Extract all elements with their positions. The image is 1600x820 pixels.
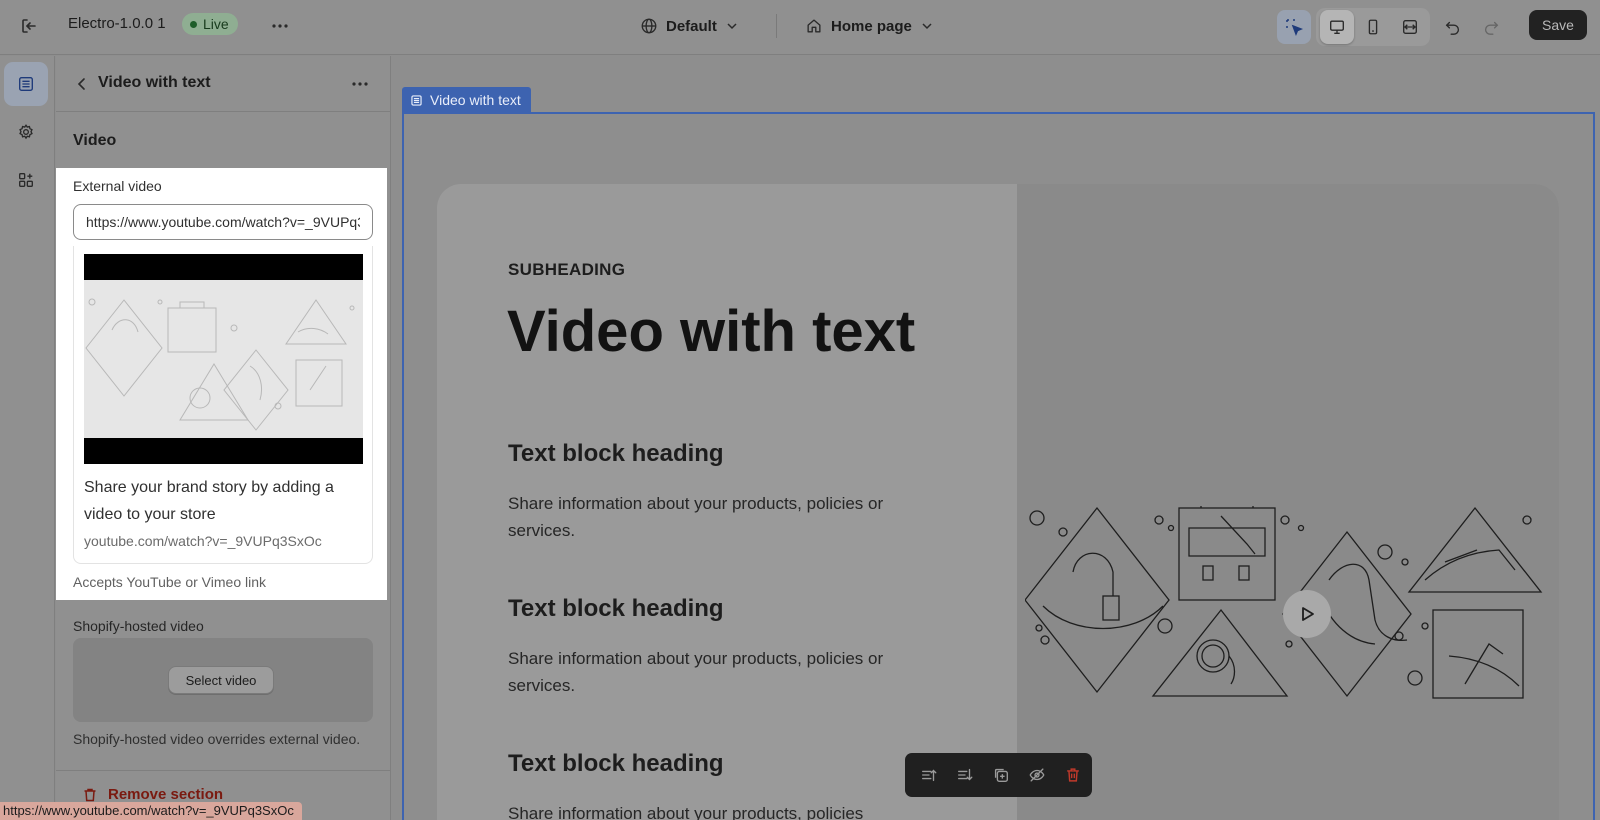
exit-icon bbox=[19, 16, 39, 36]
video-thumbnail bbox=[84, 254, 363, 464]
mobile-view-button[interactable] bbox=[1356, 10, 1390, 44]
text-block-text: Share information about your products, p… bbox=[508, 804, 864, 820]
live-dot bbox=[190, 20, 197, 28]
redo-button[interactable] bbox=[1474, 10, 1508, 44]
page-selector[interactable]: Home page bbox=[805, 12, 934, 40]
select-cursor-icon bbox=[1284, 17, 1304, 37]
template-label: Default bbox=[666, 17, 717, 35]
live-badge-label: Live bbox=[203, 16, 229, 32]
theme-settings-nav-button[interactable] bbox=[4, 110, 48, 154]
duplicate-icon bbox=[992, 766, 1010, 784]
sections-icon bbox=[17, 75, 35, 93]
sidebar-footer-divider bbox=[56, 770, 390, 771]
block-floating-toolbar bbox=[905, 753, 1092, 797]
text-block-text: Share information about your products, p… bbox=[508, 649, 884, 695]
trash-icon bbox=[82, 787, 98, 803]
external-video-help: Accepts YouTube or Vimeo link bbox=[73, 574, 267, 590]
external-video-setting: External video Share your brand story b bbox=[56, 168, 387, 600]
redo-icon bbox=[1482, 18, 1500, 36]
live-badge: Live bbox=[182, 13, 238, 35]
more-horizontal-icon bbox=[270, 16, 290, 36]
external-video-input[interactable] bbox=[73, 204, 373, 240]
move-up-button[interactable] bbox=[913, 759, 945, 791]
inspector-toggle-button[interactable] bbox=[1277, 10, 1311, 44]
sections-icon bbox=[410, 94, 423, 107]
eye-off-icon bbox=[1028, 766, 1046, 784]
video-with-text-section[interactable]: SUBHEADING Video with text Text block he… bbox=[437, 184, 1559, 820]
video-section-title: Video bbox=[73, 132, 117, 149]
text-block-heading: Text block heading bbox=[508, 750, 724, 777]
home-icon bbox=[805, 17, 823, 35]
move-up-icon bbox=[920, 766, 938, 784]
back-button[interactable] bbox=[68, 70, 96, 98]
sidebar-header: Video with text bbox=[56, 56, 390, 112]
thumbnail-illustration bbox=[84, 280, 363, 438]
left-rail bbox=[0, 56, 55, 820]
fullwidth-view-button[interactable] bbox=[1393, 10, 1427, 44]
section-tag[interactable]: Video with text bbox=[402, 87, 531, 113]
settings-sidebar: Video with text Video External video htt… bbox=[56, 56, 391, 820]
play-icon bbox=[1298, 605, 1316, 623]
move-down-button[interactable] bbox=[949, 759, 981, 791]
theme-name: Electro-1.0.0 1 bbox=[68, 15, 166, 32]
text-block-heading: Text block heading bbox=[508, 440, 724, 467]
section-subheading: SUBHEADING bbox=[508, 260, 626, 279]
mobile-icon bbox=[1364, 18, 1382, 36]
apps-icon bbox=[17, 171, 35, 189]
template-selector[interactable]: Default bbox=[640, 12, 739, 40]
hide-button[interactable] bbox=[1021, 759, 1053, 791]
section-heading: Video with text bbox=[507, 299, 916, 364]
save-button[interactable]: Save bbox=[1529, 10, 1587, 40]
delete-button[interactable] bbox=[1057, 759, 1089, 791]
chevron-down-icon bbox=[725, 19, 739, 33]
play-button[interactable] bbox=[1283, 590, 1331, 638]
move-down-icon bbox=[956, 766, 974, 784]
gear-icon bbox=[17, 123, 35, 141]
video-preview-url: youtube.com/watch?v=_9VUPq3SxOc bbox=[84, 533, 322, 549]
text-block-heading: Text block heading bbox=[508, 595, 724, 622]
section-more-button[interactable] bbox=[346, 70, 374, 98]
external-video-label: External video bbox=[73, 178, 162, 194]
more-horizontal-icon bbox=[350, 74, 370, 94]
theme-more-button[interactable] bbox=[266, 12, 294, 40]
video-preview-title: Share your brand story by adding a video… bbox=[84, 479, 334, 523]
video-preview-card[interactable]: Share your brand story by adding a video… bbox=[73, 246, 373, 564]
shopify-video-help: Shopify-hosted video overrides external … bbox=[73, 731, 361, 747]
shopify-video-label: Shopify-hosted video bbox=[73, 618, 204, 634]
sections-nav-button[interactable] bbox=[4, 62, 48, 106]
select-video-button[interactable]: Select video bbox=[168, 666, 274, 694]
exit-button[interactable] bbox=[15, 12, 43, 40]
undo-icon bbox=[1444, 18, 1462, 36]
status-bar-url: https://www.youtube.com/watch?v=_9VUPq3S… bbox=[0, 802, 302, 820]
text-block-text: Share information about your products, p… bbox=[508, 494, 884, 540]
apps-nav-button[interactable] bbox=[4, 158, 48, 202]
fullwidth-icon bbox=[1401, 18, 1419, 36]
undo-button[interactable] bbox=[1436, 10, 1470, 44]
topbar-divider bbox=[776, 14, 777, 38]
shopify-video-picker: Select video bbox=[73, 638, 373, 722]
desktop-icon bbox=[1328, 18, 1346, 36]
page-label: Home page bbox=[831, 17, 912, 35]
section-tag-label: Video with text bbox=[430, 92, 521, 108]
trash-icon bbox=[1064, 766, 1082, 784]
remove-section-label: Remove section bbox=[108, 786, 224, 803]
video-player[interactable] bbox=[1017, 184, 1559, 820]
chevron-left-icon bbox=[74, 76, 90, 92]
sidebar-title: Video with text bbox=[98, 74, 211, 91]
top-bar: Electro-1.0.0 1 Live Default Home page S… bbox=[0, 0, 1600, 55]
globe-icon bbox=[640, 17, 658, 35]
duplicate-button[interactable] bbox=[985, 759, 1017, 791]
desktop-view-button[interactable] bbox=[1320, 10, 1354, 44]
chevron-down-icon bbox=[920, 19, 934, 33]
remove-section-button[interactable]: Remove section bbox=[82, 786, 223, 803]
